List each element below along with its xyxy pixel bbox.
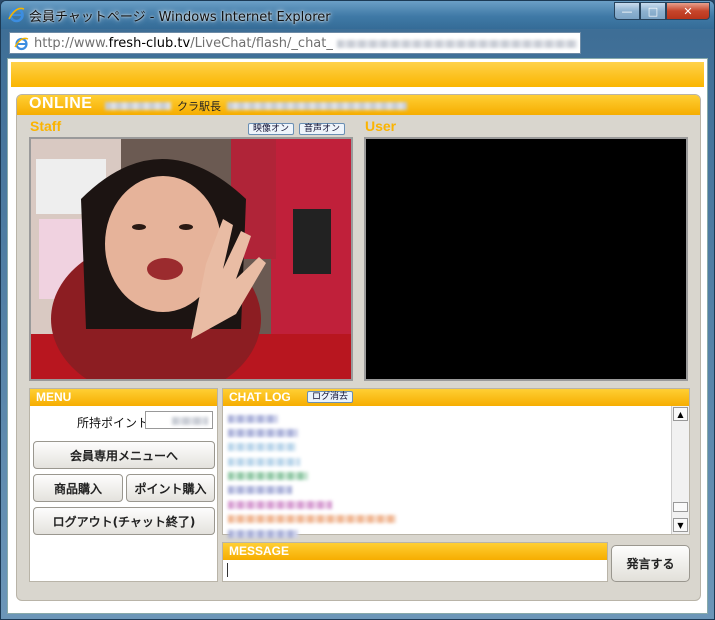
message-input[interactable] [226,561,604,580]
chat-line [228,523,666,538]
scroll-up-button[interactable]: ▲ [673,407,688,421]
chat-log-title: CHAT LOG [229,390,291,404]
logout-button[interactable]: ログアウト(チャット終了) [33,507,215,535]
message-box: MESSAGE [222,542,608,582]
points-redacted [172,417,208,425]
close-button[interactable]: ✕ [666,2,710,20]
points-label: 所持ポイント [77,416,150,430]
message-heading: MESSAGE [223,543,607,560]
online-bar: ONLINE クラ駅長 [17,95,700,115]
staff-video-frame [31,139,351,379]
chat-line [228,509,666,524]
chat-line [228,437,666,452]
scroll-down-icon: ▼ [677,520,684,530]
scroll-up-icon: ▲ [677,409,684,419]
clear-log-button[interactable]: ログ消去 [307,391,354,403]
chat-line [228,422,666,437]
user-video [364,137,688,381]
text-caret [227,563,228,577]
url-prefix: http://www. [34,36,109,51]
url-host: fresh-club.tv [108,36,191,51]
points-value [145,411,213,429]
address-bar[interactable]: http://www.fresh-club.tv/LiveChat/flash/… [9,32,581,54]
menu-box: MENU 所持ポイント 会員専用メニューへ 商品購入 ポイント購入 ログアウト(… [29,388,218,582]
page-content: ONLINE クラ駅長 Staff 映像オン 音声オン User MENU 所持… [7,58,708,614]
chat-log[interactable] [223,406,671,538]
url-redacted [337,39,578,48]
chat-log-box: CHAT LOG ログ消去 ▲ ▼ [222,388,690,538]
close-icon: ✕ [683,4,693,18]
page-icon [14,37,29,51]
chat-line [228,408,666,423]
maximize-icon: □ [647,4,659,18]
audio-on-button[interactable]: 音声オン [299,123,346,135]
scroll-down-button[interactable]: ▼ [673,518,688,532]
window-title: 会員チャットページ - Windows Internet Explorer [29,10,331,25]
minimize-icon: — [621,4,633,18]
buy-product-button[interactable]: 商品購入 [33,474,123,502]
menu-heading: MENU [30,389,217,406]
chat-scrollbar[interactable]: ▲ ▼ [671,406,689,534]
maximize-button[interactable]: □ [640,2,666,20]
top-banner [11,62,704,87]
browser-window: 会員チャットページ - Windows Internet Explorer — … [0,0,715,620]
minimize-button[interactable]: — [614,2,640,20]
member-menu-button[interactable]: 会員専用メニューへ [33,441,215,469]
video-on-button[interactable]: 映像オン [248,123,295,135]
staff-video [29,137,353,381]
chat-panel: ONLINE クラ駅長 Staff 映像オン 音声オン User MENU 所持… [16,94,701,601]
ie-logo-icon [8,7,25,23]
chat-line [228,494,666,509]
online-staff-name: クラ駅長 [177,100,221,113]
chat-line [228,466,666,481]
chat-line [228,480,666,495]
scroll-thumb[interactable] [673,502,688,512]
staff-heading: Staff [30,118,62,134]
address-url: http://www.fresh-club.tv/LiveChat/flash/… [34,36,578,51]
online-label: ONLINE [29,95,93,112]
chat-line [228,451,666,466]
online-redacted-1 [105,102,171,110]
online-redacted-2 [227,102,407,110]
url-path: /LiveChat/flash/_chat_ [190,36,333,51]
send-message-button[interactable]: 発言する [611,545,690,582]
window-controls: — □ ✕ [614,2,710,21]
chat-log-heading: CHAT LOG [223,389,689,406]
buy-points-button[interactable]: ポイント購入 [126,474,215,502]
title-bar[interactable]: 会員チャットページ - Windows Internet Explorer — … [1,1,714,29]
user-heading: User [365,118,397,134]
